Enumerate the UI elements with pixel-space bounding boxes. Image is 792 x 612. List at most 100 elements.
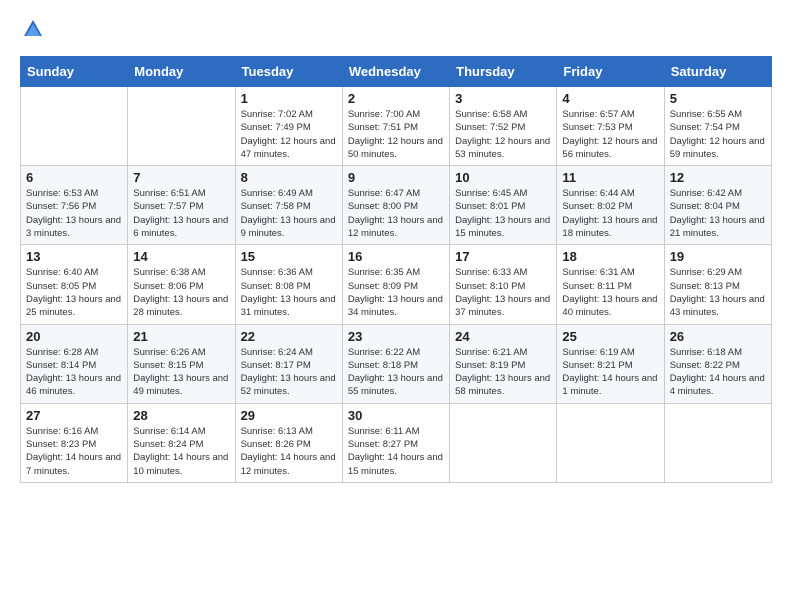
calendar-cell: 20 Sunrise: 6:28 AM Sunset: 8:14 PM Dayli… [21,324,128,403]
day-info: Sunrise: 6:38 AM Sunset: 8:06 PM Dayligh… [133,266,229,319]
day-info: Sunrise: 6:19 AM Sunset: 8:21 PM Dayligh… [562,346,658,399]
day-info: Sunrise: 6:49 AM Sunset: 7:58 PM Dayligh… [241,187,337,240]
calendar-cell: 21Sunrise: 6:26 AM Sunset: 8:15 PM Dayli… [128,324,235,403]
calendar-cell: 7 Sunrise: 6:51 AM Sunset: 7:57 PM Daylig… [128,166,235,245]
calendar-cell: 1 Sunrise: 7:02 AM Sunset: 7:49 PM Daylig… [235,87,342,166]
calendar-cell: 18 Sunrise: 6:31 AM Sunset: 8:11 PM Dayli… [557,245,664,324]
day-number: 18 [562,249,658,264]
day-number: 29 [241,408,337,423]
day-header-monday: Monday [128,57,235,87]
calendar-week-1: 1 Sunrise: 7:02 AM Sunset: 7:49 PM Daylig… [21,87,772,166]
day-info: Sunrise: 7:02 AM Sunset: 7:49 PM Dayligh… [241,108,337,161]
day-number: 14 [133,249,229,264]
calendar-cell: 10 Sunrise: 6:45 AM Sunset: 8:01 PM Dayli… [450,166,557,245]
day-info: Sunrise: 6:36 AM Sunset: 8:08 PM Dayligh… [241,266,337,319]
day-info: Sunrise: 6:29 AM Sunset: 8:13 PM Dayligh… [670,266,766,319]
calendar-cell: 9Sunrise: 6:47 AM Sunset: 8:00 PM Daylig… [342,166,449,245]
calendar-cell: 2 Sunrise: 7:00 AM Sunset: 7:51 PM Daylig… [342,87,449,166]
calendar-cell: 25 Sunrise: 6:19 AM Sunset: 8:21 PM Dayli… [557,324,664,403]
day-info: Sunrise: 6:42 AM Sunset: 8:04 PM Dayligh… [670,187,766,240]
day-header-sunday: Sunday [21,57,128,87]
day-header-saturday: Saturday [664,57,771,87]
day-info: Sunrise: 6:11 AM Sunset: 8:27 PM Dayligh… [348,425,444,478]
day-number: 30 [348,408,444,423]
day-info: Sunrise: 6:18 AM Sunset: 8:22 PM Dayligh… [670,346,766,399]
day-number: 6 [26,170,122,185]
calendar-cell: 16 Sunrise: 6:35 AM Sunset: 8:09 PM Dayli… [342,245,449,324]
day-number: 22 [241,329,337,344]
day-number: 19 [670,249,766,264]
day-info: Sunrise: 6:44 AM Sunset: 8:02 PM Dayligh… [562,187,658,240]
day-info: Sunrise: 6:45 AM Sunset: 8:01 PM Dayligh… [455,187,551,240]
calendar-cell: 13 Sunrise: 6:40 AM Sunset: 8:05 PM Dayli… [21,245,128,324]
day-header-wednesday: Wednesday [342,57,449,87]
day-info: Sunrise: 6:28 AM Sunset: 8:14 PM Dayligh… [26,346,122,399]
day-number: 26 [670,329,766,344]
calendar-cell: 28 Sunrise: 6:14 AM Sunset: 8:24 PM Dayli… [128,403,235,482]
day-number: 8 [241,170,337,185]
calendar-week-2: 6 Sunrise: 6:53 AM Sunset: 7:56 PM Daylig… [21,166,772,245]
calendar-week-3: 13 Sunrise: 6:40 AM Sunset: 8:05 PM Dayli… [21,245,772,324]
calendar-cell: 11 Sunrise: 6:44 AM Sunset: 8:02 PM Dayli… [557,166,664,245]
day-number: 27 [26,408,122,423]
day-number: 20 [26,329,122,344]
calendar-cell: 26 Sunrise: 6:18 AM Sunset: 8:22 PM Dayli… [664,324,771,403]
calendar-cell: 29 Sunrise: 6:13 AM Sunset: 8:26 PM Dayli… [235,403,342,482]
day-number: 13 [26,249,122,264]
day-number: 3 [455,91,551,106]
day-number: 5 [670,91,766,106]
day-number: 10 [455,170,551,185]
day-info: Sunrise: 6:47 AM Sunset: 8:00 PM Dayligh… [348,187,444,240]
day-info: Sunrise: 6:21 AM Sunset: 8:19 PM Dayligh… [455,346,551,399]
logo [20,20,44,40]
calendar-cell: 5 Sunrise: 6:55 AM Sunset: 7:54 PM Daylig… [664,87,771,166]
calendar-cell: 14 Sunrise: 6:38 AM Sunset: 8:06 PM Dayli… [128,245,235,324]
calendar-table: SundayMondayTuesdayWednesdayThursdayFrid… [20,56,772,483]
calendar-cell [664,403,771,482]
logo-text [20,20,44,40]
calendar-week-4: 20 Sunrise: 6:28 AM Sunset: 8:14 PM Dayli… [21,324,772,403]
day-number: 1 [241,91,337,106]
day-info: Sunrise: 6:35 AM Sunset: 8:09 PM Dayligh… [348,266,444,319]
day-info: Sunrise: 6:55 AM Sunset: 7:54 PM Dayligh… [670,108,766,161]
day-info: Sunrise: 6:13 AM Sunset: 8:26 PM Dayligh… [241,425,337,478]
calendar-body: 1 Sunrise: 7:02 AM Sunset: 7:49 PM Daylig… [21,87,772,483]
day-number: 28 [133,408,229,423]
calendar-cell: 17Sunrise: 6:33 AM Sunset: 8:10 PM Dayli… [450,245,557,324]
calendar-cell: 23Sunrise: 6:22 AM Sunset: 8:18 PM Dayli… [342,324,449,403]
day-number: 24 [455,329,551,344]
calendar-cell: 15Sunrise: 6:36 AM Sunset: 8:08 PM Dayli… [235,245,342,324]
day-number: 21 [133,329,229,344]
calendar-cell: 3Sunrise: 6:58 AM Sunset: 7:52 PM Daylig… [450,87,557,166]
day-info: Sunrise: 6:53 AM Sunset: 7:56 PM Dayligh… [26,187,122,240]
calendar-cell: 12 Sunrise: 6:42 AM Sunset: 8:04 PM Dayli… [664,166,771,245]
day-info: Sunrise: 6:33 AM Sunset: 8:10 PM Dayligh… [455,266,551,319]
calendar-cell [450,403,557,482]
day-info: Sunrise: 6:14 AM Sunset: 8:24 PM Dayligh… [133,425,229,478]
day-info: Sunrise: 6:51 AM Sunset: 7:57 PM Dayligh… [133,187,229,240]
day-header-tuesday: Tuesday [235,57,342,87]
page-header [20,20,772,40]
day-info: Sunrise: 6:16 AM Sunset: 8:23 PM Dayligh… [26,425,122,478]
days-header-row: SundayMondayTuesdayWednesdayThursdayFrid… [21,57,772,87]
day-number: 11 [562,170,658,185]
day-number: 16 [348,249,444,264]
calendar-cell: 6 Sunrise: 6:53 AM Sunset: 7:56 PM Daylig… [21,166,128,245]
day-info: Sunrise: 7:00 AM Sunset: 7:51 PM Dayligh… [348,108,444,161]
day-number: 4 [562,91,658,106]
day-info: Sunrise: 6:24 AM Sunset: 8:17 PM Dayligh… [241,346,337,399]
day-header-friday: Friday [557,57,664,87]
day-number: 2 [348,91,444,106]
day-info: Sunrise: 6:22 AM Sunset: 8:18 PM Dayligh… [348,346,444,399]
day-info: Sunrise: 6:31 AM Sunset: 8:11 PM Dayligh… [562,266,658,319]
calendar-cell: 22 Sunrise: 6:24 AM Sunset: 8:17 PM Dayli… [235,324,342,403]
day-number: 7 [133,170,229,185]
day-info: Sunrise: 6:40 AM Sunset: 8:05 PM Dayligh… [26,266,122,319]
day-number: 12 [670,170,766,185]
day-info: Sunrise: 6:57 AM Sunset: 7:53 PM Dayligh… [562,108,658,161]
day-header-thursday: Thursday [450,57,557,87]
calendar-cell: 19 Sunrise: 6:29 AM Sunset: 8:13 PM Dayli… [664,245,771,324]
day-number: 25 [562,329,658,344]
calendar-cell [128,87,235,166]
calendar-cell: 8 Sunrise: 6:49 AM Sunset: 7:58 PM Daylig… [235,166,342,245]
